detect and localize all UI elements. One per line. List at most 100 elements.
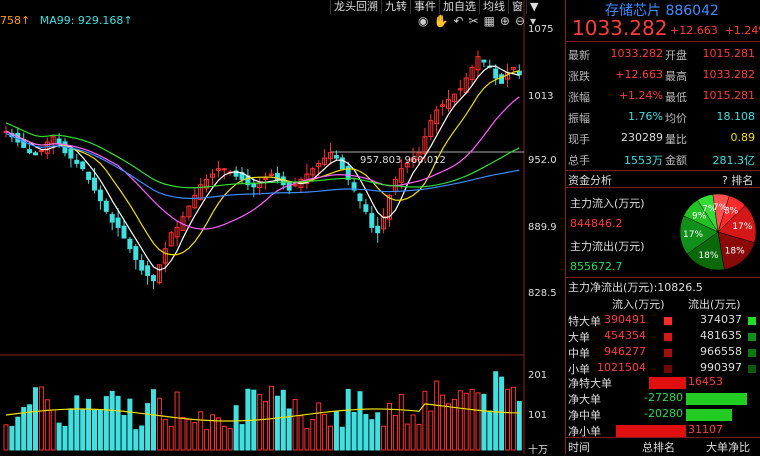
dragon-head-button[interactable]: 龙头回溯 <box>330 0 381 14</box>
quote-value: 1553万 <box>624 154 663 167</box>
candle-body <box>493 68 499 79</box>
zoom-out-icon[interactable]: ⊖ <box>515 14 525 28</box>
volume-bar <box>38 386 44 451</box>
volume-bar <box>174 391 180 451</box>
volume-bar <box>292 399 298 451</box>
volume-bar <box>50 409 56 451</box>
net-row-label: 净特大单 <box>568 377 612 390</box>
net-row-bar <box>649 377 686 389</box>
ma-legend-item-1: 758↑ <box>0 14 31 27</box>
volume-bar <box>351 411 357 451</box>
candle-body <box>109 214 115 223</box>
net-label: 主力净流出(万元): <box>568 281 658 294</box>
kline-chart-area[interactable] <box>0 0 565 454</box>
volume-bar <box>127 398 133 451</box>
quote-label-2: 量比 <box>665 133 687 146</box>
pie-slice-label: 7% <box>713 203 728 213</box>
candle-body <box>38 150 44 153</box>
scissors-icon[interactable]: ✂ <box>469 14 479 28</box>
net-row-bar <box>686 393 747 405</box>
quote-label: 振幅 <box>568 112 590 125</box>
quote-value-2: 0.89 <box>730 131 756 144</box>
volume-bar <box>357 391 363 451</box>
vol-label-101: 101 <box>528 410 548 421</box>
volume-bar <box>304 427 310 451</box>
zoom-in-icon[interactable]: ⊕ <box>500 14 510 28</box>
undo-icon[interactable]: ↶ <box>453 14 463 28</box>
window-button[interactable]: 窗 <box>508 0 526 14</box>
flow-out-swatch <box>748 349 756 357</box>
inflow-label: 主力流入(万元) <box>570 197 645 210</box>
volume-bar <box>97 409 103 451</box>
quote-value-2: 1033.282 <box>702 68 756 81</box>
flow-in-value: 454354 <box>604 329 646 342</box>
volume-bar <box>328 425 333 451</box>
volume-bar <box>381 425 387 451</box>
volume-bar <box>274 395 280 451</box>
add-watchlist-button[interactable]: 加自选 <box>439 0 479 14</box>
event-button[interactable]: 事件 <box>410 0 439 14</box>
candle-body <box>33 152 38 156</box>
quote-value: +1.24% <box>618 89 663 102</box>
ranking-tab[interactable]: ? 排名 <box>722 172 753 188</box>
volume-bar <box>404 423 410 451</box>
ranking-icon: ? <box>722 174 728 187</box>
toolbar-dropdown-icon[interactable]: ▼ <box>526 0 541 14</box>
quote-label: 涨跌 <box>568 70 590 83</box>
y-label-828: 828.5 <box>528 288 557 299</box>
flow-in-swatch <box>664 365 672 373</box>
footer-rank: 总排名 <box>642 441 675 454</box>
moving-average-button[interactable]: 均线 <box>479 0 508 14</box>
volume-bar <box>109 390 115 451</box>
kline-canvas[interactable] <box>0 0 565 454</box>
divider <box>566 170 760 171</box>
flow-out-value: 966558 <box>700 345 742 358</box>
divider <box>566 277 760 278</box>
eye-icon[interactable]: ◉ <box>418 14 428 28</box>
candle-body <box>97 189 103 202</box>
chart-icons: ◉ ✋ ↶ ✂ ▦ ⊕ ⊖ ▾ <box>418 14 536 28</box>
nine-turn-button[interactable]: 九转 <box>381 0 410 14</box>
candle-body <box>481 59 487 63</box>
net-row-label: 净大单 <box>568 393 601 406</box>
candle-body <box>333 155 339 159</box>
flow-in-swatch <box>664 317 672 325</box>
quote-row: 振幅 1.76% 均价 18.108 <box>568 110 758 130</box>
flow-out-swatch <box>748 365 756 373</box>
volume-bar <box>168 425 174 451</box>
quote-value-2: 18.108 <box>716 110 756 123</box>
inflow-value: 844846.2 <box>570 217 623 230</box>
price-marker-b: 960.012 <box>404 155 446 166</box>
volume-bar <box>92 409 97 451</box>
flow-table: 特大单 390491 374037 大单 454354 481635 中单 946277 966… <box>568 313 758 377</box>
divider <box>566 437 760 438</box>
volume-bar <box>316 402 322 451</box>
quote-row: 总手 1553万 金额 281.3亿 <box>568 152 758 172</box>
candle-body <box>263 177 269 180</box>
hand-icon[interactable]: ✋ <box>433 14 448 28</box>
grid-icon[interactable]: ▦ <box>484 14 495 28</box>
candle-body <box>80 161 86 170</box>
volume-bar <box>345 388 351 451</box>
ranking-label: 排名 <box>731 174 754 187</box>
quote-label-2: 开盘 <box>665 49 687 62</box>
volume-bar <box>115 395 121 451</box>
footer-big-ratio: 大单净比 <box>706 441 750 454</box>
footer-time: 时间 <box>568 441 590 454</box>
net-row-bar <box>616 425 686 437</box>
vol-label-201: 201 <box>528 370 548 381</box>
volume-bar <box>204 429 210 451</box>
quote-row: 现手 230289 量比 0.89 <box>568 131 758 151</box>
volume-bar <box>446 403 451 451</box>
net-value: 10826.5 <box>657 281 703 294</box>
outflow-value: 855672.7 <box>570 260 623 273</box>
net-row: 净特大单 16453 <box>568 375 758 391</box>
volume-bar <box>86 398 92 451</box>
y-label-1013: 1013 <box>528 91 554 102</box>
candle-body <box>103 200 109 212</box>
volume-bar <box>493 371 499 451</box>
volume-bar <box>392 415 398 451</box>
y-label-889: 889.9 <box>528 222 557 233</box>
quote-row: 涨幅 +1.24% 最低 1015.281 <box>568 89 758 109</box>
flow-in-value: 946277 <box>604 345 646 358</box>
